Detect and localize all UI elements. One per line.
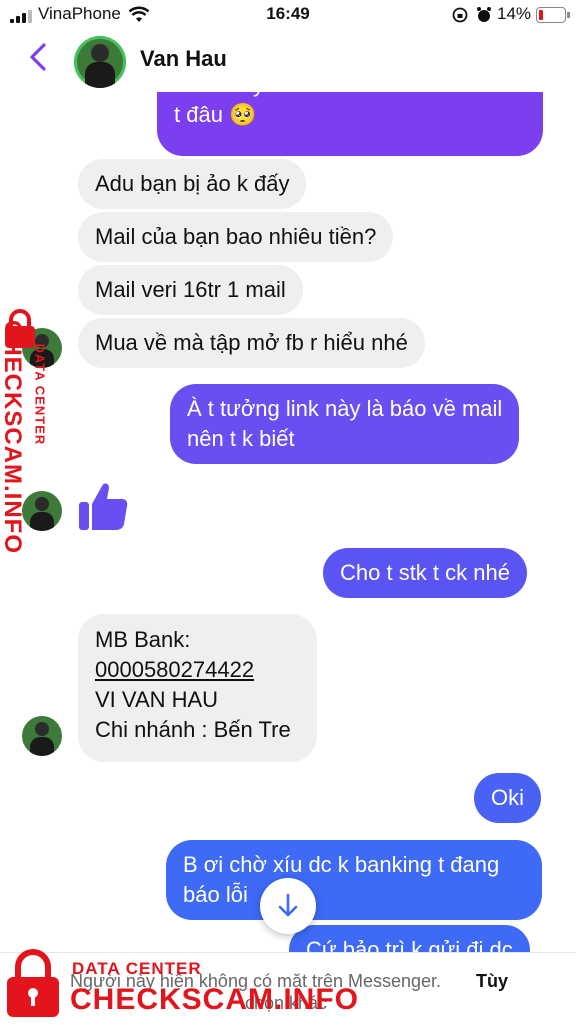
incoming-message[interactable]: MB Bank: 0000580274422 VI VAN HAU Chi nh… <box>78 614 317 762</box>
incoming-message[interactable]: Mua về mà tập mở fb r hiểu nhé <box>78 318 425 368</box>
battery-percent: 14% <box>497 4 532 23</box>
incoming-message[interactable]: Mail của bạn bao nhiêu tiền? <box>78 212 394 262</box>
contact-avatar[interactable] <box>74 36 126 88</box>
thumbs-up-icon[interactable] <box>78 480 128 532</box>
scroll-to-bottom-button[interactable] <box>260 878 316 934</box>
back-chevron-icon[interactable] <box>26 42 50 72</box>
arrow-down-icon <box>278 893 298 917</box>
orientation-lock-icon <box>452 7 468 23</box>
status-bar: VinaPhone 16:49 14% <box>0 0 576 30</box>
alarm-icon <box>477 7 491 22</box>
battery-icon <box>536 7 570 23</box>
watermark-main: CHECKSCAM.INFO <box>0 320 26 554</box>
watermark-top: DATA CENTER <box>32 343 48 446</box>
outgoing-message[interactable]: B ơi chờ xíu dc k banking t đang báo lỗi <box>166 840 542 920</box>
watermark-top: DATA CENTER <box>72 959 202 978</box>
incoming-message[interactable]: Adu bạn bị ảo k đấy <box>78 159 307 209</box>
outgoing-message[interactable]: Oki <box>474 773 541 823</box>
watermark-main: CHECKSCAM.INFO <box>70 983 359 1016</box>
incoming-message[interactable]: Mail veri 16tr 1 mail <box>78 265 303 315</box>
watermark-left: CHECKSCAM.INFO DATA CENTER <box>0 306 60 596</box>
contact-name[interactable]: Van Hau <box>140 46 227 72</box>
sender-avatar <box>22 716 62 756</box>
padlock-icon <box>7 949 59 1017</box>
outgoing-message[interactable]: Cho t stk t ck nhé <box>323 548 527 598</box>
options-button[interactable]: Tùy <box>476 971 508 992</box>
bottom-notice-bar: Người này hiện không có mặt trên Messeng… <box>0 949 576 1025</box>
chat-header: Van Hau <box>0 30 576 92</box>
outgoing-message[interactable]: À t tưởng link này là báo về mail nên t … <box>170 384 520 464</box>
